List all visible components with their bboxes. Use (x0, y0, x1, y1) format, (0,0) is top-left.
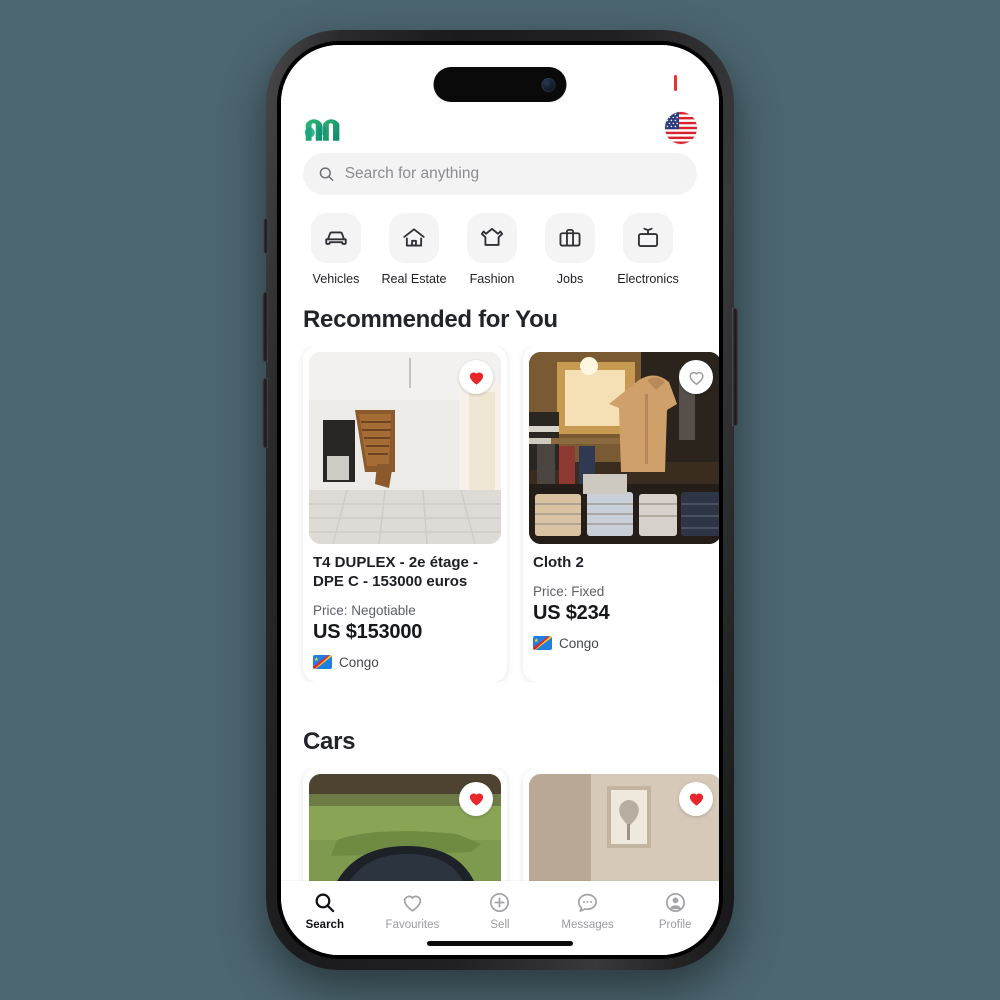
category-real-estate[interactable]: Real Estate (375, 213, 453, 286)
feed-scroll-area[interactable]: Recommended for You T4 DUPLEX - 2e étage… (281, 286, 719, 881)
tab-search[interactable]: Search (281, 888, 369, 931)
cars-carousel[interactable] (281, 767, 719, 881)
favourite-button[interactable] (679, 360, 713, 394)
tab-messages[interactable]: Messages (544, 888, 632, 931)
status-indicator (674, 75, 677, 91)
listing-price-label: Price: Fixed (533, 583, 605, 599)
listing-card[interactable]: Cloth 2 Price: Fixed US $234 Congo (523, 346, 719, 682)
category-row: Vehicles Real Estate Fashion Jobs Electr… (281, 195, 719, 286)
category-label: Fashion (469, 272, 515, 286)
listing-location: Congo (313, 655, 497, 670)
chat-bubble-icon (544, 888, 632, 916)
home-icon (389, 213, 439, 263)
favourite-button[interactable] (459, 781, 493, 816)
listing-price: US $153000 (313, 620, 423, 643)
volume-up-button[interactable] (262, 292, 268, 362)
home-indicator[interactable] (427, 941, 573, 946)
category-label: Jobs (556, 272, 584, 286)
category-vehicles[interactable]: Vehicles (297, 213, 375, 286)
search-icon (319, 167, 334, 181)
category-label: Vehicles (312, 272, 360, 286)
language-flag-button[interactable] (665, 112, 697, 144)
tab-sell[interactable]: Sell (456, 888, 544, 931)
listing-price-label: Price: Negotiable (313, 602, 416, 618)
tab-label: Sell (490, 919, 510, 931)
section-title-cars: Cars (303, 727, 356, 755)
heart-filled-icon (689, 793, 703, 806)
heart-outline-icon (369, 888, 457, 916)
listing-card[interactable] (303, 767, 507, 881)
heart-outline-icon (688, 371, 704, 385)
app-root: Vehicles Real Estate (281, 45, 719, 955)
m-logo[interactable] (303, 112, 343, 144)
heart-filled-icon (469, 372, 483, 385)
tab-label: Messages (561, 919, 614, 931)
tab-label: Favourites (385, 919, 440, 931)
listing-location-label: Congo (559, 635, 599, 651)
listing-location: Congo (533, 636, 717, 651)
listing-location-label: Congo (339, 654, 379, 670)
power-button[interactable] (732, 308, 738, 426)
favourite-button[interactable] (459, 360, 493, 394)
tab-profile[interactable]: Profile (631, 888, 719, 931)
tab-label: Search (305, 919, 344, 931)
volume-down-button[interactable] (262, 378, 268, 448)
section-title-recommended: Recommended for You (303, 306, 558, 333)
front-camera-icon (541, 77, 556, 92)
search-bar[interactable] (303, 153, 697, 195)
listing-image-clothing-store[interactable] (529, 352, 719, 544)
dynamic-island (433, 67, 567, 102)
category-label: Electronics (617, 272, 679, 286)
listing-card[interactable]: T4 DUPLEX - 2e étage - DPE C - 153000 eu… (303, 346, 507, 682)
phone-frame: Vehicles Real Estate (262, 30, 738, 970)
listing-image-blue-car[interactable] (309, 773, 501, 881)
listing-title: Cloth 2 (533, 554, 584, 571)
tshirt-icon (467, 213, 517, 263)
recommended-carousel[interactable]: T4 DUPLEX - 2e étage - DPE C - 153000 eu… (281, 346, 719, 682)
listing-card[interactable] (523, 767, 719, 881)
search-section (281, 149, 719, 195)
action-button[interactable] (263, 218, 268, 254)
briefcase-icon (545, 213, 595, 263)
heart-filled-icon (469, 793, 483, 806)
cd-flag-icon (533, 636, 552, 651)
phone-screen: Vehicles Real Estate (281, 45, 719, 955)
tv-icon (623, 213, 673, 263)
listing-price: US $234 (533, 601, 610, 624)
magnifier-icon (281, 888, 369, 916)
plus-circle-icon (456, 888, 544, 916)
screenshot-canvas: Vehicles Real Estate (0, 0, 1000, 1000)
category-fashion[interactable]: Fashion (453, 213, 531, 286)
category-electronics[interactable]: Electronics (609, 213, 687, 286)
person-circle-icon (631, 888, 719, 916)
search-input[interactable] (344, 165, 682, 183)
tab-label: Profile (658, 919, 692, 931)
listing-image-empty-room[interactable] (309, 352, 501, 544)
listing-image-beige-interior[interactable] (529, 773, 719, 881)
category-jobs[interactable]: Jobs (531, 213, 609, 286)
phone-bezel: Vehicles Real Estate (277, 41, 723, 959)
us-flag-icon (665, 112, 697, 144)
car-icon (311, 213, 361, 263)
tab-favourites[interactable]: Favourites (369, 888, 457, 931)
cd-flag-icon (313, 655, 332, 670)
favourite-button[interactable] (679, 781, 713, 816)
category-label: Real Estate (381, 272, 447, 286)
listing-title: T4 DUPLEX - 2e étage - DPE C - 153000 eu… (313, 554, 479, 590)
